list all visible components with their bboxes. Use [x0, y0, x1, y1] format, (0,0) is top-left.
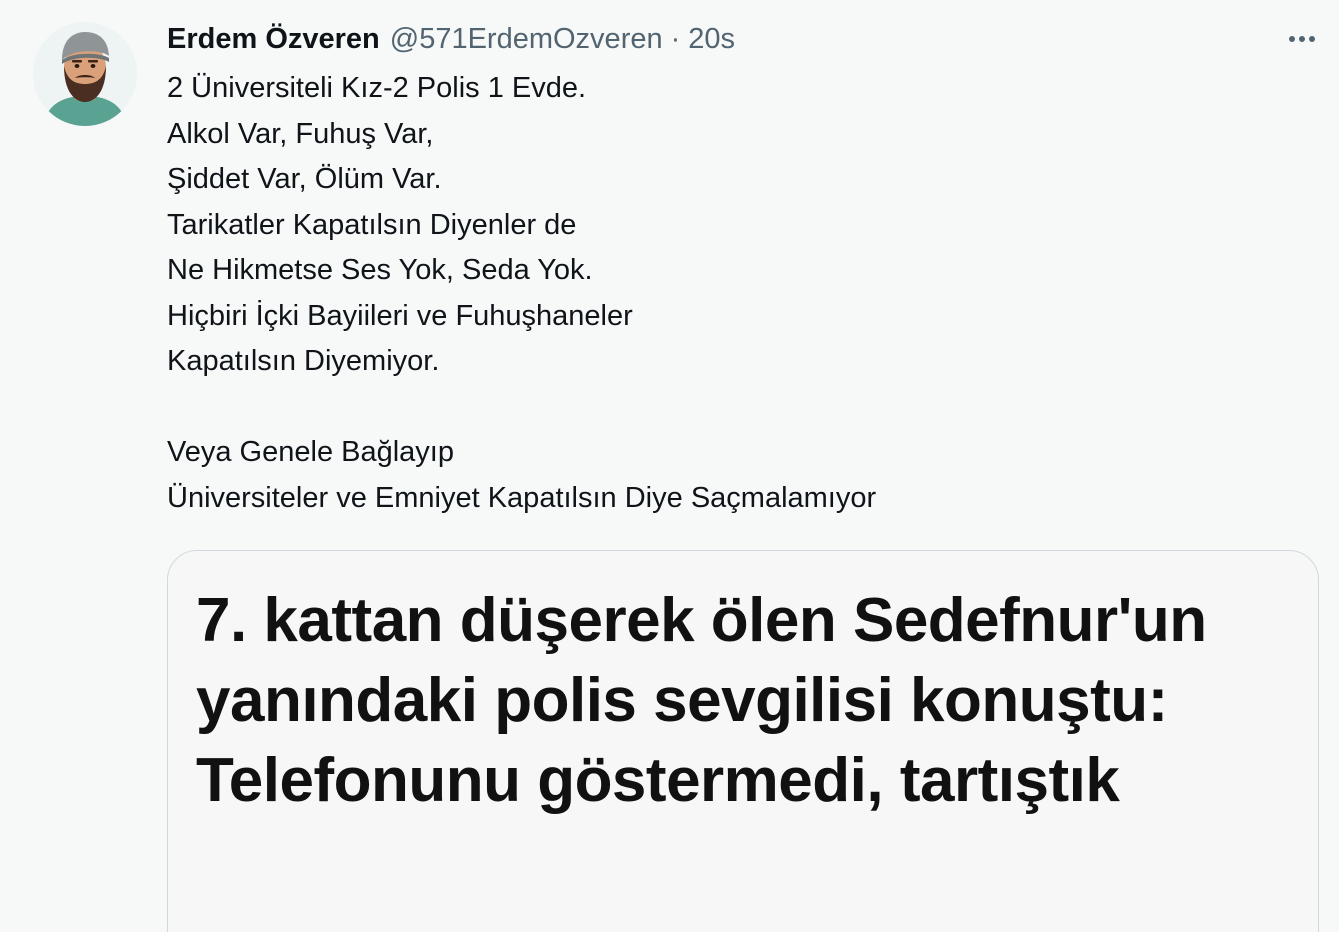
- tweet-header: Erdem Özveren @571ErdemOzveren · 20s: [167, 18, 1322, 60]
- more-horizontal-icon-dot: [1299, 36, 1305, 42]
- avatar[interactable]: [33, 22, 137, 126]
- link-card[interactable]: 7. kattan düşerek ölen Sedefnur'un yanın…: [167, 550, 1319, 932]
- more-options-button[interactable]: [1282, 24, 1322, 54]
- author-handle[interactable]: @571ErdemOzveren: [390, 18, 663, 60]
- more-horizontal-icon-dot: [1309, 36, 1315, 42]
- tweet[interactable]: Erdem Özveren @571ErdemOzveren · 20s 2 Ü…: [0, 0, 1339, 932]
- header-separator: ·: [670, 23, 681, 55]
- tweet-timestamp[interactable]: 20s: [688, 18, 735, 60]
- tweet-content: Erdem Özveren @571ErdemOzveren · 20s 2 Ü…: [167, 18, 1322, 521]
- more-horizontal-icon: [1289, 36, 1295, 42]
- tweet-text: 2 Üniversiteli Kız-2 Polis 1 Evde. Alkol…: [167, 72, 877, 514]
- avatar-illustration: [33, 22, 137, 126]
- card-headline: 7. kattan düşerek ölen Sedefnur'un yanın…: [196, 586, 1207, 815]
- author-display-name[interactable]: Erdem Özveren: [167, 18, 380, 60]
